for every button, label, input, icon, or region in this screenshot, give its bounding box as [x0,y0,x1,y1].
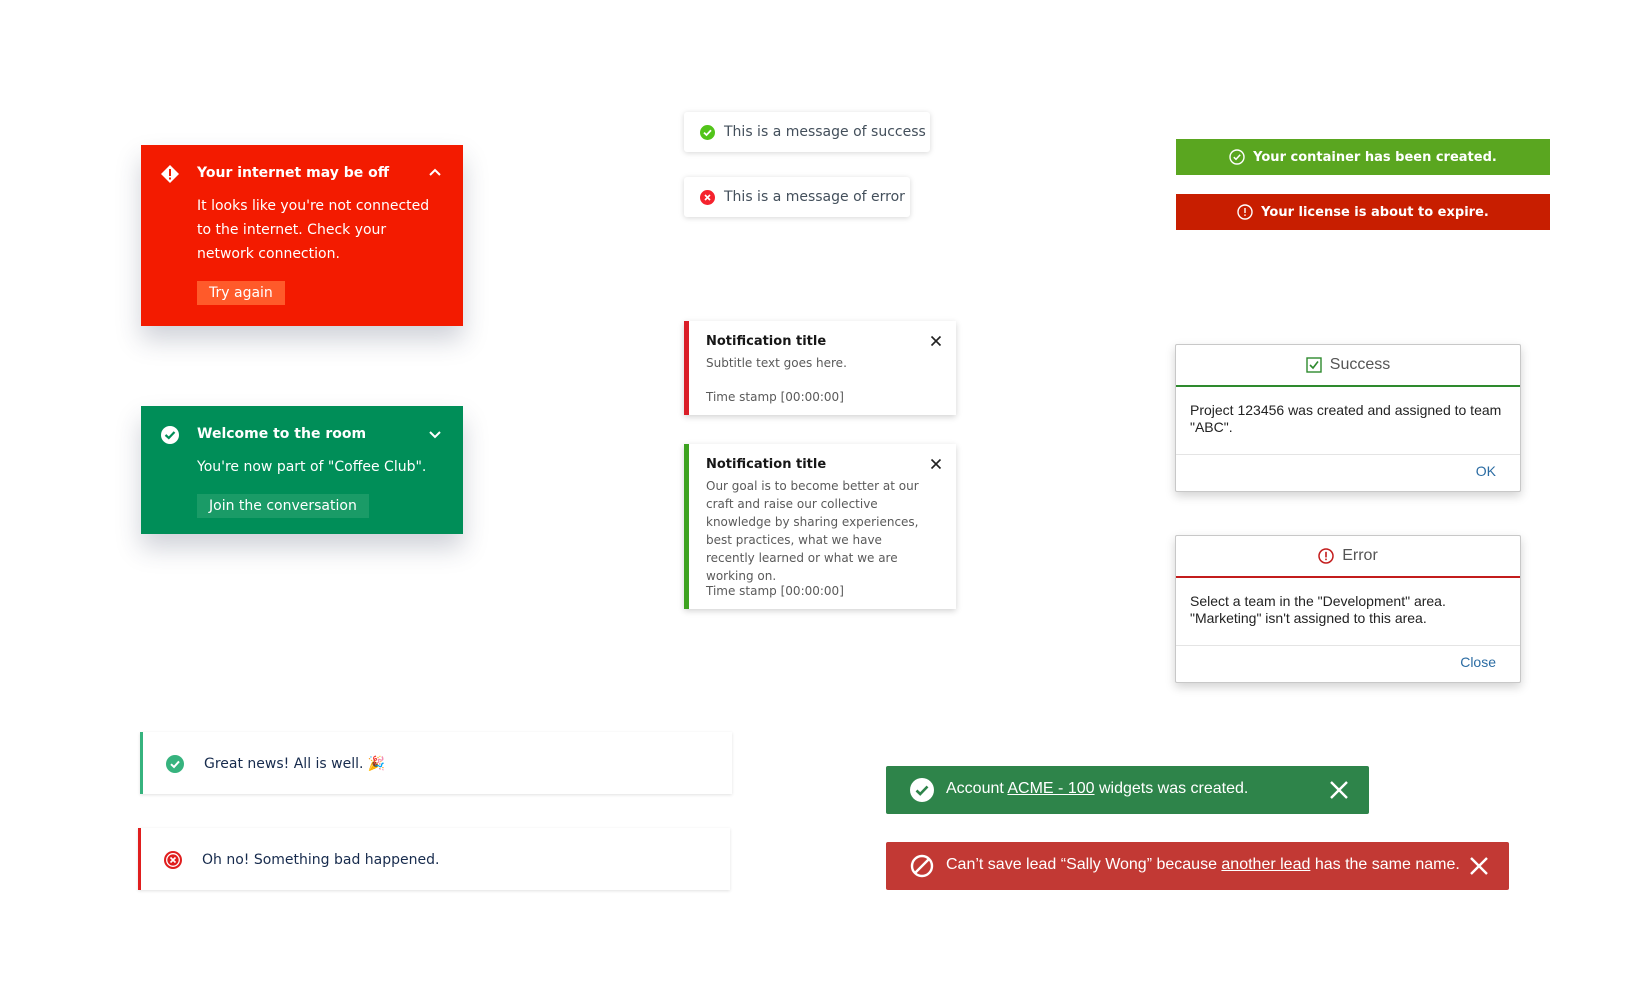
toast-message: Can’t save lead “Sally Wong” because ano… [946,856,1460,874]
success-inline-alert: Great news! All is well. 🎉 [140,732,732,794]
notification-title: Notification title [706,457,827,472]
accent-bar [684,321,689,415]
success-toast: This is a message of success [684,112,930,152]
accent-bar [138,828,141,890]
checkbox-checked-icon [1306,357,1322,373]
chevron-down-icon[interactable] [427,426,443,442]
toast-text: widgets was created. [1094,780,1249,797]
close-icon[interactable] [930,458,942,470]
check-circle-outline-icon [1229,149,1245,165]
join-conversation-button[interactable]: Join the conversation [197,494,369,518]
error-dialog: Error Select a team in the "Development"… [1175,535,1521,683]
check-circle-icon [166,755,184,773]
divider [1176,454,1520,455]
card-title: Welcome to the room [197,426,367,442]
dialog-title: Error [1342,547,1378,564]
toast-text: Account [946,780,1008,797]
toast-message: This is a message of success [724,124,926,140]
connection-error-card: Your internet may be off It looks like y… [141,145,463,326]
accent-bar [684,444,689,609]
toast-text: has the same name. [1310,856,1460,873]
alert-message: Oh no! Something bad happened. [202,852,440,868]
check-circle-icon [700,125,715,140]
close-icon[interactable] [930,335,942,347]
try-again-button[interactable]: Try again [197,281,285,305]
record-link[interactable]: ACME - 100 [1007,780,1094,797]
ban-icon [910,854,934,878]
dialog-title: Success [1329,356,1391,373]
banner-message: Your container has been created. [1253,149,1497,165]
card-message: It looks like you're not connected to th… [197,198,430,262]
toast-message: This is a message of error [724,189,905,205]
toast-message: Account ACME - 100 widgets was created. [946,780,1248,798]
card-message: You're now part of "Coffee Club". [197,459,427,475]
record-success-toast: Account ACME - 100 widgets was created. [886,766,1369,814]
check-circle-icon [160,425,180,445]
divider [1176,645,1520,646]
success-check-icon [910,778,934,802]
record-error-toast: Can’t save lead “Sally Wong” because ano… [886,842,1509,890]
notification-subtitle: Our goal is to become better at our craf… [706,479,919,583]
close-button[interactable]: Close [1460,654,1496,670]
warning-diamond-icon [160,164,180,184]
notification-timestamp: Time stamp [00:00:00] [706,584,844,598]
notification-success: Notification title Our goal is to become… [684,444,956,609]
notification-error: Notification title Subtitle text goes he… [684,321,956,415]
notification-subtitle: Subtitle text goes here. [706,356,847,370]
record-link[interactable]: another lead [1221,856,1310,873]
error-circle-icon [1318,548,1334,564]
dialog-message: Project 123456 was created and assigned … [1190,402,1502,435]
alert-message: Great news! All is well. 🎉 [204,756,386,772]
toast-text: Can’t save lead “Sally Wong” because [946,856,1222,873]
close-circle-icon [164,851,182,869]
success-dialog: Success Project 123456 was created and a… [1175,344,1521,492]
close-circle-icon [700,190,715,205]
dialog-header: Error [1176,536,1520,578]
error-inline-alert: Oh no! Something bad happened. [138,828,730,890]
card-title: Your internet may be off [197,165,390,181]
accent-bar [140,732,143,794]
notification-timestamp: Time stamp [00:00:00] [706,390,844,404]
error-banner: Your license is about to expire. [1176,194,1550,230]
close-icon[interactable] [1329,780,1349,800]
dialog-message: Select a team in the "Development" area.… [1190,593,1446,626]
welcome-card: Welcome to the room You're now part of "… [141,406,463,534]
close-icon[interactable] [1469,856,1489,876]
alert-circle-icon [1237,204,1253,220]
ok-button[interactable]: OK [1476,463,1496,479]
chevron-up-icon[interactable] [427,165,443,181]
error-toast: This is a message of error [684,177,910,217]
banner-message: Your license is about to expire. [1261,204,1489,220]
dialog-header: Success [1176,345,1520,387]
notification-title: Notification title [706,334,827,349]
success-banner: Your container has been created. [1176,139,1550,175]
